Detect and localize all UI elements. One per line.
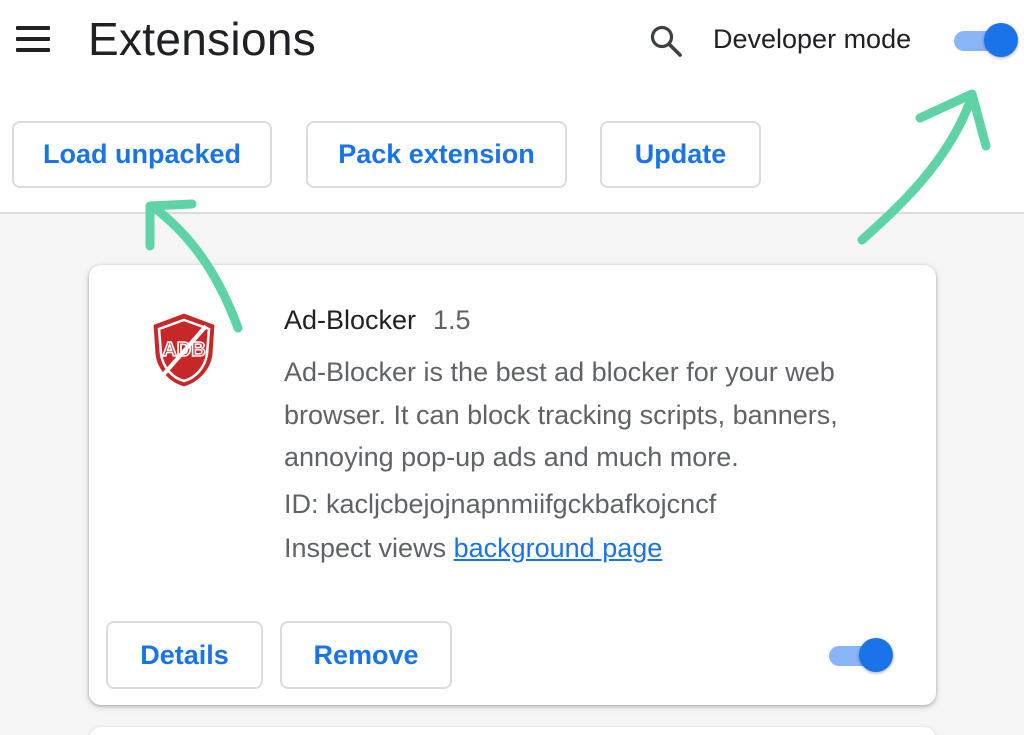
load-unpacked-button[interactable]: Load unpacked <box>12 121 272 188</box>
extensions-page: Extensions Developer mode Load unpacked … <box>0 0 1024 735</box>
page-title: Extensions <box>88 13 317 65</box>
inspect-views-label: Inspect views <box>284 533 447 563</box>
extension-name: Ad-Blocker <box>284 305 417 335</box>
extension-enabled-toggle[interactable] <box>827 637 893 673</box>
adblock-shield-icon: ADB <box>144 308 224 392</box>
extension-description: Ad-Blocker is the best ad blocker for yo… <box>284 357 838 472</box>
hamburger-menu-icon[interactable] <box>16 26 52 56</box>
remove-button[interactable]: Remove <box>280 621 452 689</box>
background-page-link[interactable]: background page <box>454 533 663 563</box>
update-button[interactable]: Update <box>600 121 761 188</box>
next-extension-card <box>89 727 936 735</box>
extension-card: ADB Ad-Blocker 1.5 Ad-Blocker is the bes… <box>89 265 936 705</box>
toolbar-divider <box>0 212 1024 214</box>
details-button[interactable]: Details <box>106 621 263 689</box>
developer-mode-toggle[interactable] <box>952 22 1018 58</box>
inspect-views: Inspect views background page <box>284 533 662 564</box>
search-icon[interactable] <box>649 24 683 58</box>
pack-extension-button[interactable]: Pack extension <box>306 121 567 188</box>
extension-id: ID: kacljcbejojnapnmiifgckbafkojcncf <box>284 489 717 519</box>
extension-version: 1.5 <box>433 305 471 335</box>
developer-mode-label: Developer mode <box>713 24 912 54</box>
